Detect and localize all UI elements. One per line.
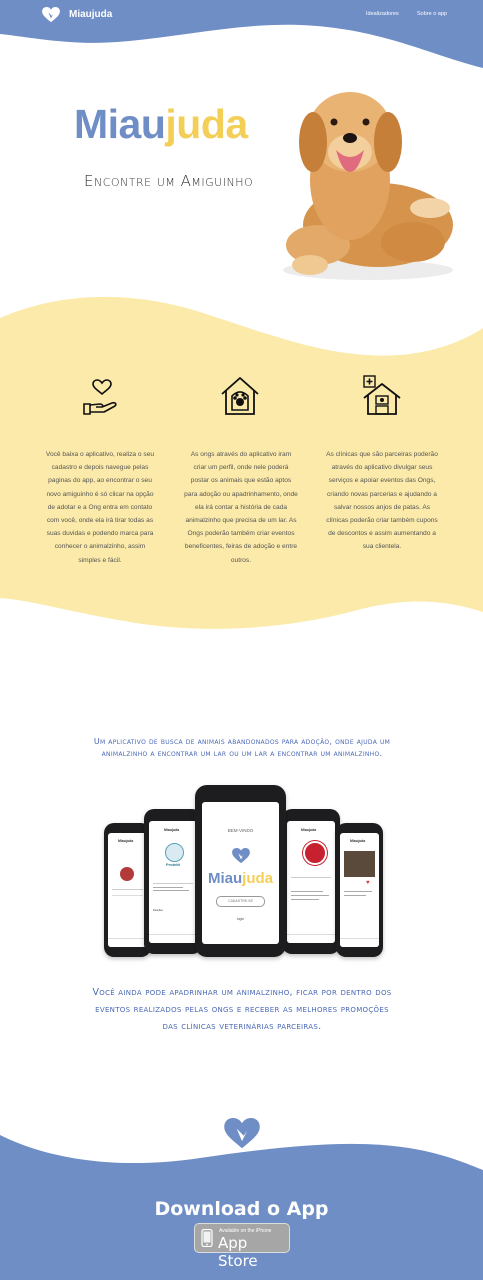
heart-logo-icon[interactable] (42, 7, 60, 23)
ong-logo (165, 843, 184, 862)
nav-link-sobre-app[interactable]: Sobre o app (417, 11, 447, 17)
heart-icon[interactable]: ♥ (366, 880, 371, 886)
phone-tabbar (149, 934, 197, 943)
donate-label: Doações (153, 909, 163, 912)
text-line (291, 895, 329, 896)
divider (112, 889, 143, 890)
iphone-icon (201, 1229, 213, 1247)
ong-name: Protetti (166, 862, 180, 867)
download-title: Download o App (154, 1198, 329, 1220)
phone-left: Miaujuda Protetti Doações (144, 809, 202, 954)
text-line (344, 895, 366, 896)
welcome-text: BEM-VINDO (227, 828, 254, 833)
phone-brand: Miaujuda (202, 870, 279, 887)
phone-tabbar (340, 938, 379, 947)
hero-title-part2: juda (165, 101, 248, 147)
profile-avatar (120, 867, 134, 881)
phone-tabbar (108, 938, 147, 947)
dog-image (283, 92, 453, 280)
phone-far-right-title: Miaujuda (350, 839, 366, 843)
app-store-badge[interactable]: Available on the iPhone App Store (194, 1223, 290, 1270)
tagline-top: Um aplicativo de busca de animais abando… (93, 737, 391, 758)
phone-right-title: Miaujuda (301, 828, 317, 832)
divider (291, 877, 331, 878)
hero-title-part1: Miau (74, 101, 166, 147)
phone-left-title: Miaujuda (164, 828, 180, 832)
brand-name[interactable]: Miaujuda (69, 9, 112, 20)
text-line (344, 891, 372, 892)
clinic-logo (303, 841, 327, 865)
text-line (153, 887, 183, 888)
clinic-icon (363, 375, 401, 415)
phone-brand-part1: Miau (207, 870, 243, 887)
tagline-bottom: Você ainda pode apadrinhar um animalzinh… (92, 987, 392, 1032)
phone-far-left-title: Miaujuda (118, 839, 134, 843)
hero-title: Miaujuda (74, 104, 248, 145)
feature-text-ongs: As ongs através do aplicativo iram criar… (184, 451, 298, 564)
register-button[interactable]: CADASTRE-SE (216, 896, 265, 907)
text-line (291, 891, 323, 892)
pet-house-icon (221, 377, 259, 415)
divider (153, 883, 193, 884)
hero-subtitle: Encontre um Amiguinho (84, 172, 254, 190)
text-line (291, 899, 319, 900)
feature-text-adopt: Você baixa o aplicativo, realiza o seu c… (45, 451, 155, 564)
badge-big-text: App Store (218, 1234, 258, 1270)
heart-logo-icon (224, 1118, 260, 1149)
feature-text-clinics: As clínicas que são parceiras poderão at… (326, 451, 438, 551)
phone-center: BEM-VINDO Miaujuda CADASTRE-SE login (195, 785, 286, 957)
heart-logo-icon (232, 848, 250, 864)
phone-tabbar (287, 934, 335, 943)
login-link[interactable]: login (202, 917, 279, 921)
phone-brand-part2: juda (242, 870, 273, 887)
phone-right: Miaujuda (282, 809, 340, 954)
nav-link-idealizadores[interactable]: Idealizadores (366, 11, 399, 17)
divider (112, 895, 143, 896)
animal-photo (344, 851, 375, 877)
text-line (153, 890, 189, 891)
heart-hand-icon (83, 379, 117, 415)
phone-far-right: Miaujuda ♥ (336, 823, 383, 957)
